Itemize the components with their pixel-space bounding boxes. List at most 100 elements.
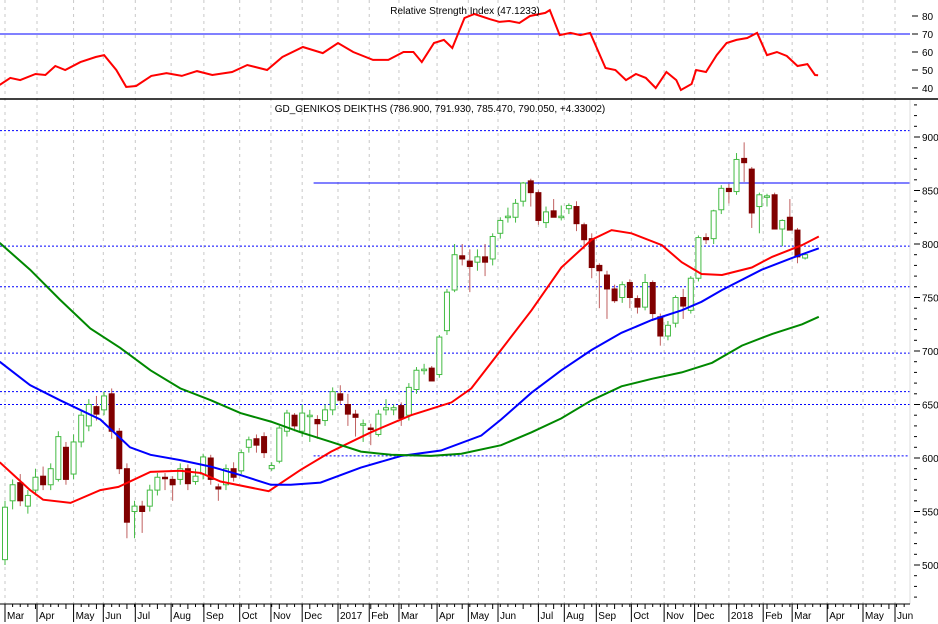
moving-average-short [0, 229, 820, 504]
candle-down [603, 270, 610, 319]
candle-body [93, 406, 100, 415]
candle-body [611, 288, 618, 302]
candle-down [771, 192, 778, 230]
price-tick-label: 650 [922, 401, 938, 412]
candle-body [154, 476, 161, 491]
candle-body [108, 393, 115, 432]
candle-body [139, 505, 146, 512]
time-tick-label: Feb [765, 611, 783, 622]
candle-down [184, 464, 191, 491]
candle-body [162, 476, 169, 480]
time-tick-label: Aug [173, 611, 191, 622]
candle-body [642, 282, 649, 308]
candle-up [78, 409, 85, 448]
candle-body [527, 180, 534, 194]
candle-body [680, 297, 687, 307]
candle-body [451, 254, 458, 291]
candle-up [383, 399, 389, 416]
candle-body [367, 427, 374, 431]
candle-body [101, 395, 108, 411]
candle-body [581, 224, 588, 241]
candle-body [329, 391, 336, 411]
candle-down [62, 441, 69, 485]
price-tick-label: 800 [922, 240, 938, 251]
candle-body [2, 506, 8, 561]
horizontal-levels [0, 130, 910, 457]
candle-body [596, 264, 603, 272]
candle-up [245, 436, 252, 453]
price-axis: 500 550 600 650 700 750 800 850 900 [909, 100, 938, 604]
candle-body [268, 464, 275, 470]
candle-body [535, 192, 542, 221]
candle-body [443, 291, 450, 332]
candle-body [146, 489, 153, 507]
time-tick-label: Jun [500, 611, 516, 622]
candle-body [725, 187, 732, 193]
candle-down [535, 190, 542, 225]
time-tick-label: Feb [371, 611, 389, 622]
candle-down [344, 393, 351, 426]
candle-body [710, 210, 717, 240]
candle-body [626, 282, 633, 298]
candle-up [322, 404, 329, 426]
candle-up [9, 479, 16, 510]
candle-up [512, 199, 519, 223]
price-tick-label: 550 [922, 508, 938, 519]
candle-body [24, 494, 31, 507]
candle-body [32, 476, 39, 491]
candle-body [245, 439, 252, 448]
candle-body [421, 368, 428, 372]
candle-down [573, 201, 580, 232]
time-tick-label: May [470, 611, 489, 622]
price-tick-label: 750 [922, 294, 938, 305]
candle-body [322, 409, 329, 422]
price-tick-label: 500 [922, 561, 938, 572]
time-tick-label: Nov [273, 611, 291, 622]
time-tick-label: Jun [105, 611, 121, 622]
time-tick-label: Jun [897, 611, 913, 622]
candle-body [375, 413, 382, 435]
candle-body [703, 237, 710, 241]
candle-body [192, 475, 199, 483]
candle-down [649, 280, 656, 322]
candle-down [527, 178, 534, 207]
candle-body [70, 441, 77, 475]
candle-body [344, 404, 351, 415]
candle-up [47, 463, 54, 491]
candle-body [55, 436, 62, 480]
candle-body [543, 211, 550, 224]
candle-up [413, 367, 420, 394]
candle-body [664, 324, 671, 337]
candle-up [558, 205, 565, 221]
candle-up [695, 235, 702, 282]
rsi-tick-label: 80 [922, 12, 934, 23]
chart-canvas[interactable]: 40 50 60 70 80 Relative Strength Index (47.1… [0, 0, 938, 624]
candle-body [634, 298, 641, 308]
candle-body [131, 505, 138, 512]
moving-averages [0, 229, 820, 504]
candle-body [360, 423, 367, 426]
candle-body [603, 274, 610, 290]
candle-up [543, 206, 550, 228]
candle-up [421, 363, 428, 375]
candle-up [146, 484, 153, 512]
candle-down [611, 284, 618, 303]
rsi-tick-label: 40 [922, 84, 934, 95]
candle-up [497, 217, 504, 239]
candle-down [253, 434, 260, 453]
candle-down [786, 199, 793, 231]
price-tick-label: 700 [922, 347, 938, 358]
candle-body [802, 254, 809, 259]
candle-body [390, 407, 397, 411]
candle-down [459, 244, 466, 266]
candle-up [238, 449, 245, 475]
candle-down [162, 472, 169, 491]
candle-up [222, 464, 229, 491]
candle-body [413, 369, 420, 391]
rsi-tick-label: 70 [922, 30, 934, 41]
candle-body [718, 187, 725, 211]
candle-up [70, 434, 77, 480]
moving-average-mid [0, 247, 820, 486]
candle-body [672, 297, 679, 324]
rsi-line [0, 8, 819, 92]
